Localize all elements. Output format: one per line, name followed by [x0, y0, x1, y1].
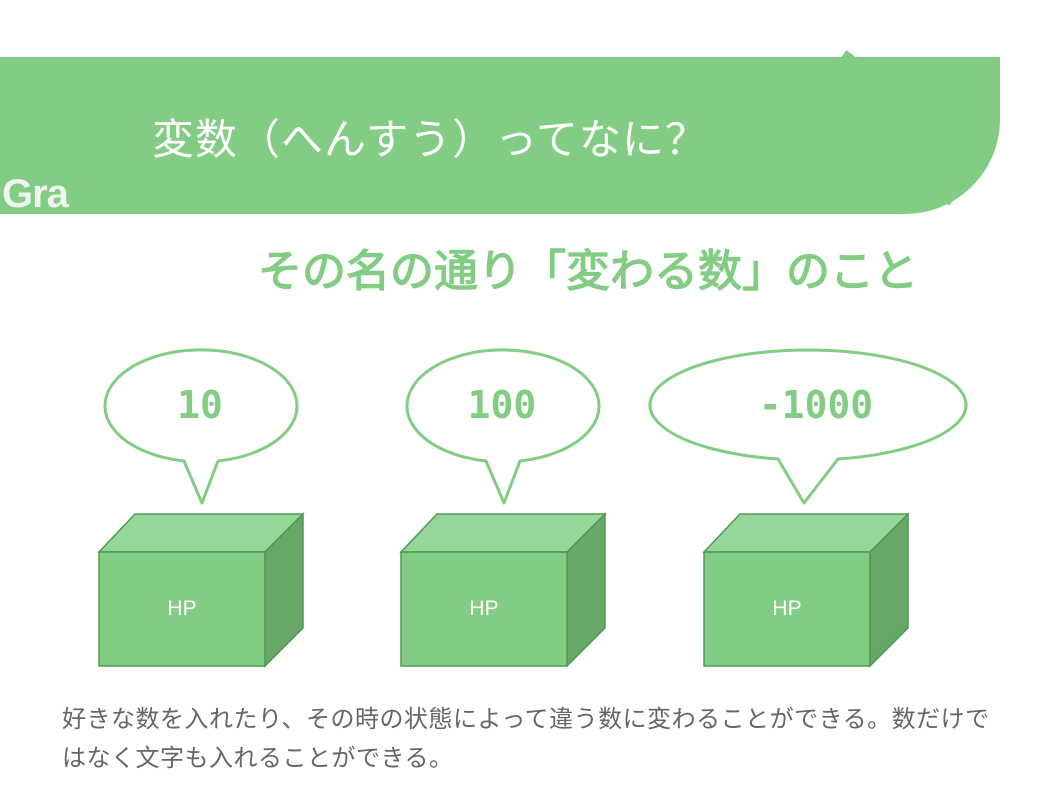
variable-box-1	[97, 512, 305, 668]
description-text: 好きな数を入れたり、その時の状態によって違う数に変わることができる。数だけではな…	[62, 705, 990, 772]
variable-value-3: -1000	[758, 383, 874, 427]
logo-gra-text: Gra	[2, 172, 69, 216]
variable-box-2	[399, 512, 607, 668]
variable-name-2: HP	[469, 597, 499, 620]
speech-bubbles	[103, 348, 968, 505]
page-title: 変数（へんすう）ってなに？	[152, 115, 709, 164]
variable-name-1: HP	[167, 597, 197, 620]
variable-box-3	[702, 512, 910, 668]
subtitle: その名の通り「変わる数」のこと	[258, 246, 918, 297]
variable-value-1: 10	[177, 383, 223, 427]
variable-name-3: HP	[772, 597, 802, 620]
variable-value-2: 100	[467, 383, 537, 427]
